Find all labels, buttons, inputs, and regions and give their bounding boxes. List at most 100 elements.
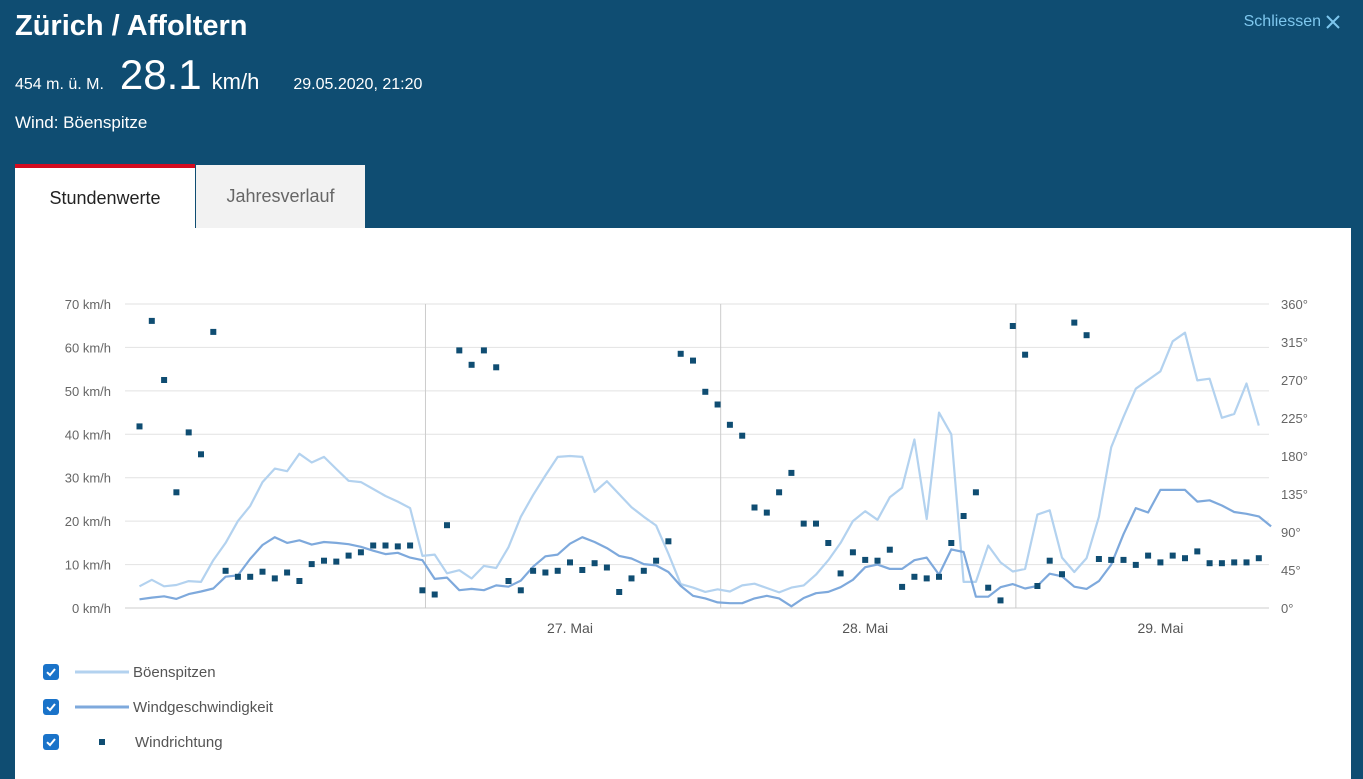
- wind-direction-point: [936, 573, 942, 580]
- check-icon: [46, 703, 56, 712]
- wind-direction-point: [1046, 557, 1053, 564]
- wind-direction-point: [886, 546, 893, 553]
- y-left-tick-label: 40 km/h: [65, 427, 111, 442]
- current-unit: km/h: [211, 69, 260, 94]
- wind-direction-point: [210, 328, 217, 335]
- wind-direction-point: [284, 569, 291, 576]
- legend-label-direction: Windrichtung: [135, 733, 223, 751]
- wind-direction-point: [173, 489, 180, 496]
- y-right-tick-label: 360°: [1281, 297, 1308, 312]
- wind-direction-point: [1145, 552, 1152, 559]
- wind-direction-point: [800, 520, 807, 527]
- wind-direction-point: [407, 542, 414, 549]
- wind-direction-point: [997, 597, 1004, 604]
- wind-direction-point: [776, 489, 783, 496]
- wind-direction-point: [308, 561, 315, 568]
- wind-direction-point: [849, 549, 856, 556]
- legend-item-speed[interactable]: Windgeschwindigkeit: [43, 697, 343, 717]
- checkbox-speed[interactable]: [43, 699, 59, 715]
- wind-direction-point: [862, 556, 869, 563]
- wind-direction-point: [333, 558, 340, 565]
- wind-direction-point: [1194, 548, 1201, 555]
- legend-item-direction[interactable]: Windrichtung: [43, 732, 343, 752]
- wind-direction-point: [899, 583, 906, 590]
- wind-direction-point: [1132, 561, 1139, 568]
- wind-direction-point: [296, 578, 303, 584]
- legend-swatch-gusts: [75, 670, 129, 674]
- wind-direction-point: [1083, 332, 1090, 339]
- check-icon: [46, 738, 56, 747]
- wind-direction-point: [665, 538, 672, 545]
- parameter-label: Wind: Böenspitze: [15, 113, 148, 132]
- wind-direction-point: [702, 388, 709, 395]
- wind-direction-point: [911, 573, 918, 580]
- wind-direction-point: [370, 542, 377, 549]
- y-left-tick-label: 30 km/h: [65, 471, 111, 486]
- x-tick-label: 29. Mai: [1137, 620, 1183, 636]
- wind-direction-point: [874, 557, 881, 564]
- y-left-tick-label: 20 km/h: [65, 514, 111, 529]
- wind-direction-point: [1218, 560, 1225, 567]
- chart-panel: 0 km/h 10 km/h 20 km/h 30 km/h 40 km/h 50 km/…: [15, 228, 1351, 779]
- wind-direction-point: [690, 357, 696, 364]
- wind-direction-point: [1108, 556, 1115, 563]
- y-right-tick-label: 90°: [1281, 525, 1301, 540]
- checkbox-gusts[interactable]: [43, 664, 59, 680]
- series-gusts-line: [138, 331, 1260, 594]
- wind-direction-point: [161, 377, 168, 383]
- wind-direction-point: [726, 421, 733, 428]
- wind-direction-point: [1022, 351, 1029, 358]
- wind-direction-point: [480, 347, 487, 354]
- wind-chart: 0 km/h 10 km/h 20 km/h 30 km/h 40 km/h 50 km/…: [65, 297, 1308, 636]
- wind-direction-point: [985, 584, 992, 591]
- wind-direction-point: [616, 589, 623, 595]
- wind-direction-point: [431, 591, 438, 598]
- wind-direction-point: [1255, 555, 1262, 562]
- close-label: Schliessen: [1243, 13, 1321, 30]
- y-right-tick-label: 0°: [1281, 601, 1293, 616]
- measurement-timestamp: 29.05.2020, 21:20: [293, 76, 423, 93]
- wind-direction-point: [222, 567, 229, 574]
- legend-swatch-speed: [75, 705, 129, 709]
- wind-direction-point: [382, 542, 389, 549]
- check-icon: [46, 668, 56, 677]
- wind-direction-point: [321, 557, 327, 564]
- wind-direction-point: [468, 361, 475, 368]
- tab-jahresverlauf[interactable]: Jahresverlauf: [196, 165, 365, 228]
- wind-direction-point: [185, 429, 192, 436]
- wind-direction-point: [640, 567, 647, 574]
- wind-direction-point: [653, 557, 660, 564]
- wind-direction-point: [813, 520, 819, 527]
- wind-direction-point: [1206, 560, 1213, 567]
- wind-direction-point: [714, 401, 721, 408]
- wind-direction-point: [1034, 583, 1041, 589]
- wind-direction-point: [591, 560, 598, 567]
- legend-label-speed: Windgeschwindigkeit: [133, 698, 274, 716]
- legend-item-gusts[interactable]: Böenspitzen: [43, 662, 343, 682]
- wind-direction-point: [972, 489, 979, 496]
- wind-direction-point: [739, 432, 746, 439]
- wind-direction-point: [493, 364, 500, 371]
- y-right-tick-label: 315°: [1281, 335, 1308, 350]
- wind-direction-point: [419, 587, 426, 594]
- legend-swatch-direction: [99, 739, 105, 745]
- wind-direction-point: [259, 568, 266, 575]
- wind-direction-point: [1095, 556, 1102, 562]
- wind-direction-point: [198, 451, 204, 458]
- close-button[interactable]: Schliessen: [1244, 13, 1341, 31]
- wind-direction-point: [603, 564, 610, 571]
- x-tick-label: 27. Mai: [547, 620, 593, 636]
- wind-direction-point: [456, 347, 463, 354]
- wind-direction-point: [357, 549, 364, 556]
- wind-direction-point: [825, 540, 832, 546]
- wind-direction-point: [1243, 559, 1250, 566]
- wind-direction-point: [394, 543, 401, 550]
- wind-direction-point: [1157, 559, 1164, 566]
- tab-stundenwerte[interactable]: Stundenwerte: [15, 164, 195, 228]
- wind-direction-point: [1169, 552, 1176, 559]
- checkbox-direction[interactable]: [43, 734, 59, 750]
- legend-label-gusts: Böenspitzen: [133, 663, 216, 681]
- y-left-tick-label: 0 km/h: [72, 601, 111, 616]
- wind-direction-point: [1120, 556, 1127, 563]
- station-title: Zürich / Affoltern: [15, 10, 248, 42]
